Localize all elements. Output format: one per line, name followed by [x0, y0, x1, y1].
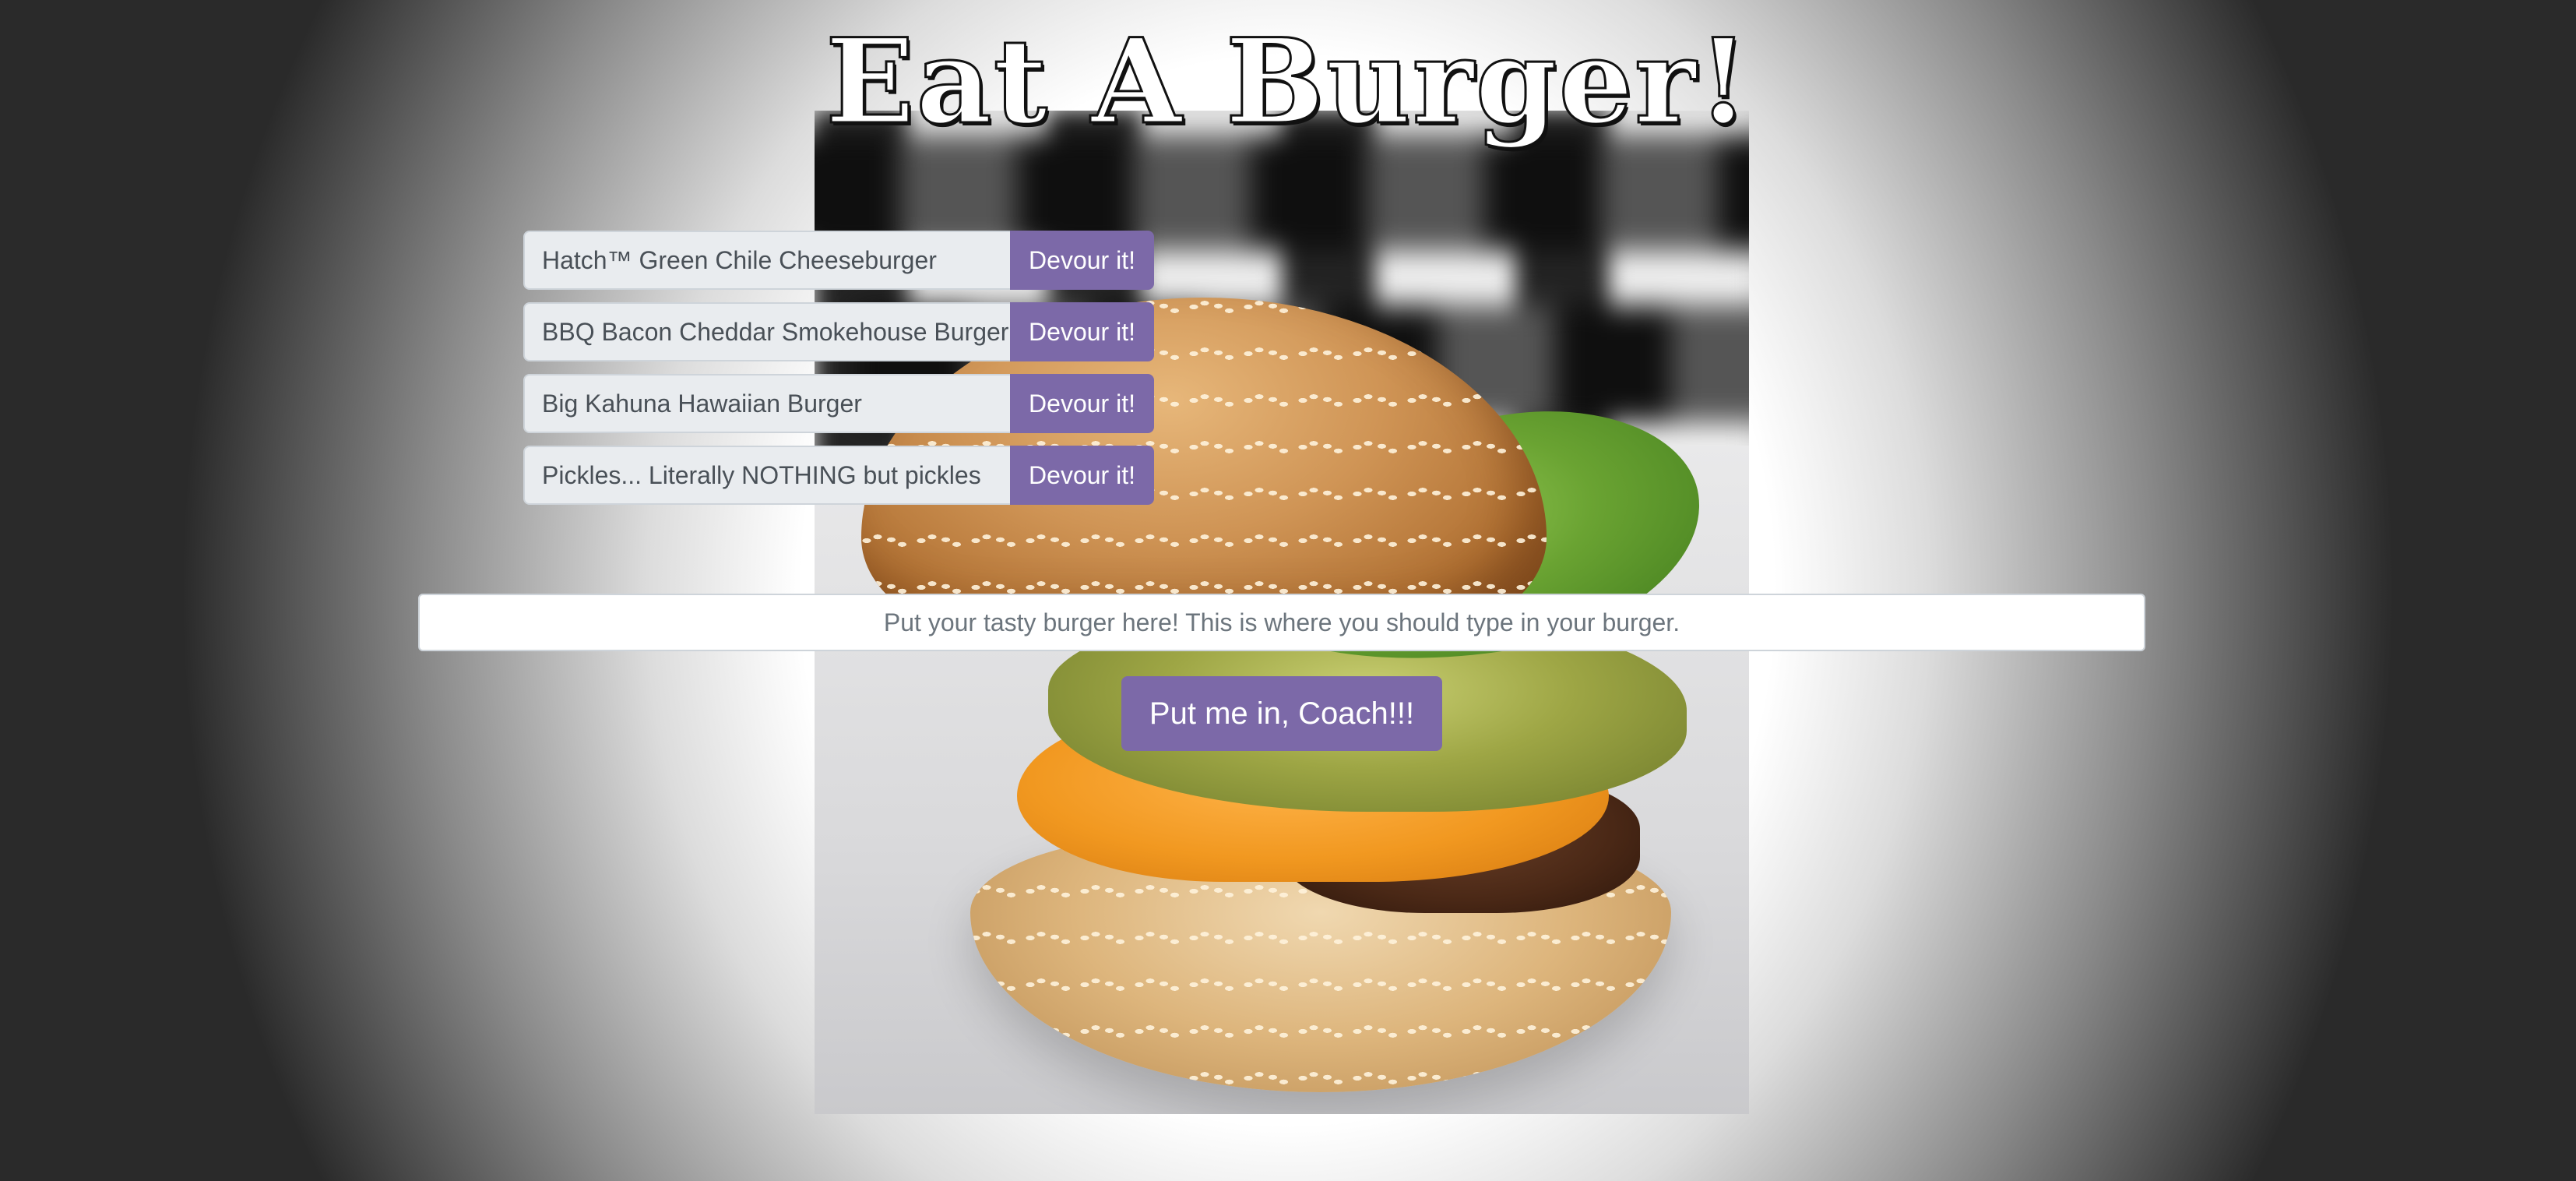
- page-title: Eat A Burger!: [825, 13, 1751, 150]
- add-burger-button[interactable]: Put me in, Coach!!!: [1121, 676, 1442, 751]
- burger-name: Hatch™ Green Chile Cheeseburger: [523, 231, 1010, 290]
- devour-button[interactable]: Devour it!: [1010, 446, 1154, 505]
- burger-list-item: Pickles... Literally NOTHING but pickles…: [523, 446, 1154, 505]
- devour-button[interactable]: Devour it!: [1010, 302, 1154, 361]
- burger-list-item: Hatch™ Green Chile Cheeseburger Devour i…: [523, 231, 1154, 290]
- burger-name: BBQ Bacon Cheddar Smokehouse Burger: [523, 302, 1010, 361]
- burger-list: Hatch™ Green Chile Cheeseburger Devour i…: [523, 231, 1154, 517]
- burger-name: Pickles... Literally NOTHING but pickles: [523, 446, 1010, 505]
- devour-button[interactable]: Devour it!: [1010, 231, 1154, 290]
- burger-list-item: Big Kahuna Hawaiian Burger Devour it!: [523, 374, 1154, 433]
- burger-name: Big Kahuna Hawaiian Burger: [523, 374, 1010, 433]
- burger-name-input[interactable]: [418, 594, 2145, 651]
- devour-button[interactable]: Devour it!: [1010, 374, 1154, 433]
- burger-list-item: BBQ Bacon Cheddar Smokehouse Burger Devo…: [523, 302, 1154, 361]
